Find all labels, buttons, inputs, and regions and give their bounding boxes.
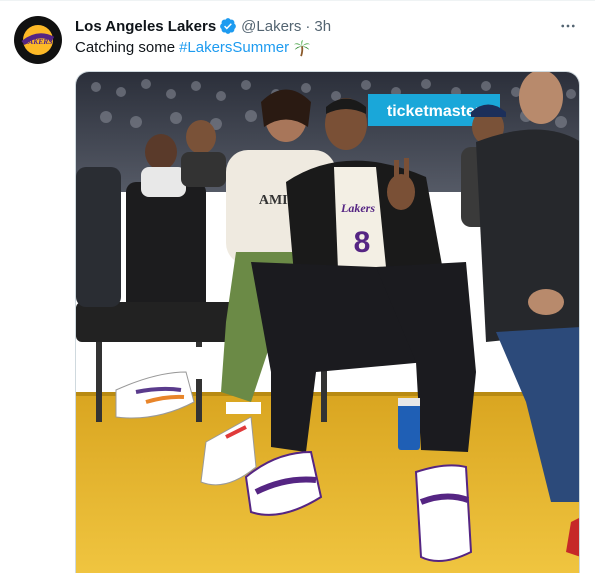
tweet-text: Catching some #LakersSummer: [75, 38, 311, 58]
tweet-text-prefix: Catching some: [75, 39, 176, 56]
author-name[interactable]: Los Angeles Lakers: [75, 18, 216, 35]
tweet-header: Los Angeles Lakers @Lakers · 3h: [75, 15, 331, 37]
hashtag-link[interactable]: #LakersSummer: [179, 38, 289, 58]
header-separator: ·: [305, 17, 311, 35]
jersey-text: Lakers: [340, 201, 375, 215]
avatar-logo-text: LAKERS: [23, 37, 53, 46]
ticketmaster-banner-text: ticketmaster: [387, 103, 481, 120]
tweet-photo[interactable]: ticketmaster AMIRI Lakers 8: [75, 71, 580, 573]
more-options-icon[interactable]: [557, 15, 579, 37]
tweet[interactable]: LAKERS Los Angeles Lakers @Lakers · 3h C…: [0, 0, 595, 573]
tweet-timestamp[interactable]: 3h: [314, 18, 331, 35]
verified-badge-icon: [219, 17, 237, 35]
palm-tree-icon: [293, 39, 311, 57]
lakers-logo-icon: LAKERS: [15, 17, 61, 63]
courtside-photo-image: ticketmaster AMIRI Lakers 8: [76, 72, 579, 573]
author-avatar[interactable]: LAKERS: [14, 16, 62, 64]
author-handle[interactable]: @Lakers: [241, 18, 301, 35]
jersey-number: 8: [354, 226, 371, 259]
